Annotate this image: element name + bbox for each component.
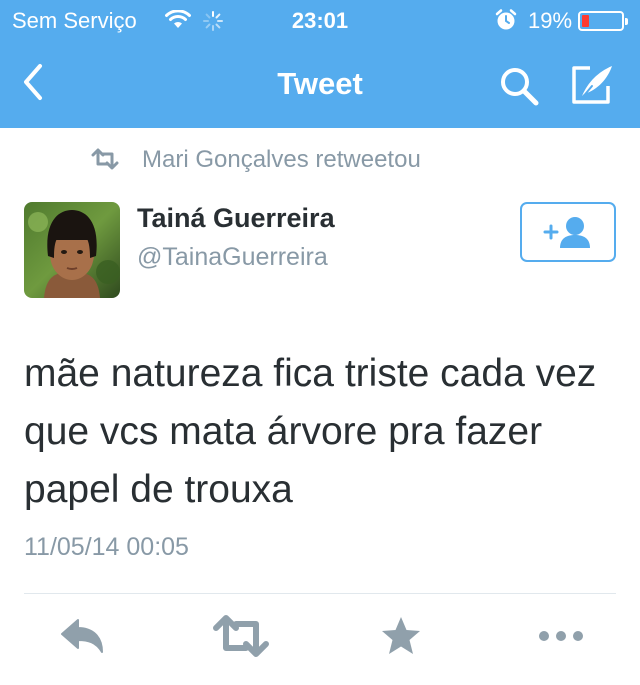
status-bar: Sem Serviço 23:01 19%: [0, 0, 640, 40]
divider: [24, 593, 616, 594]
battery-level-fill: [582, 15, 589, 27]
search-button[interactable]: [497, 64, 541, 108]
compose-button[interactable]: [568, 62, 616, 108]
more-dots-icon: [539, 631, 583, 641]
author-handle: @TainaGuerreira: [137, 243, 328, 271]
more-button[interactable]: [536, 614, 586, 658]
favorite-star-icon: [382, 617, 420, 654]
author-name[interactable]: Tainá Guerreira: [137, 203, 335, 234]
battery-terminal: [625, 18, 628, 25]
page-title: Tweet: [277, 66, 363, 101]
battery-icon: [578, 11, 628, 31]
retweet-context-text: Mari Gonçalves retweetou: [142, 146, 421, 173]
add-user-icon: [543, 217, 590, 248]
tweet-text: mãe natureza fica triste cada vez que vc…: [24, 352, 597, 511]
search-icon: [501, 68, 539, 106]
retweet-icon: [90, 148, 120, 177]
alarm-icon: [494, 8, 518, 38]
compose-icon: [572, 66, 612, 104]
favorite-button[interactable]: [380, 614, 422, 658]
battery-percent: 19%: [528, 8, 573, 33]
retweet-button[interactable]: [212, 614, 270, 658]
avatar[interactable]: [24, 202, 120, 298]
follow-button[interactable]: [520, 202, 616, 262]
reply-icon: [61, 619, 103, 653]
tweet-timestamp: 11/05/14 00:05: [24, 533, 189, 561]
reply-button[interactable]: [58, 614, 106, 658]
retweet-icon: [213, 615, 269, 657]
top-bar: Sem Serviço 23:01 19% Tweet: [0, 0, 640, 128]
